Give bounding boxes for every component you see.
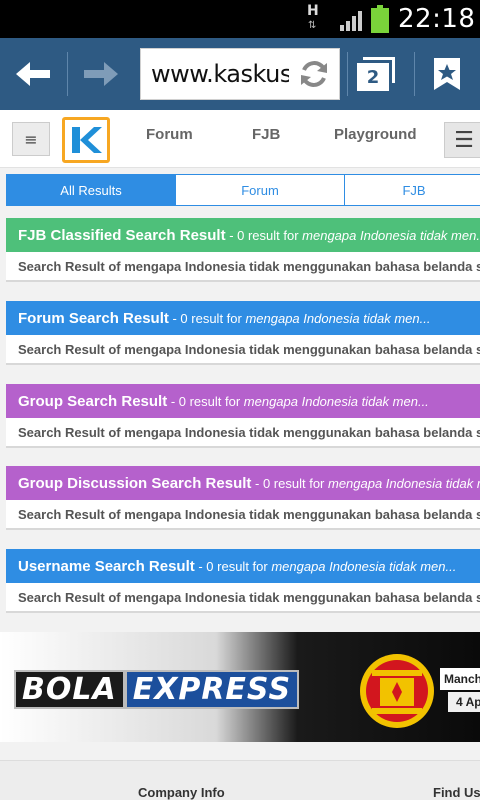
network-indicator: H (307, 3, 319, 19)
result-header[interactable]: Username Search Result - 0 result for me… (6, 549, 480, 583)
hamburger-icon[interactable]: ☰ (444, 122, 480, 158)
site-header: ≡ Forum FJB Playground ☰ (0, 110, 480, 168)
tab-fjb[interactable]: FJB (344, 174, 480, 206)
kaskus-logo[interactable] (62, 117, 110, 163)
footer: Company Info Find Us (0, 760, 480, 800)
tab-all-results[interactable]: All Results (6, 174, 176, 206)
result-query: mengapa Indonesia tidak men... (271, 558, 457, 574)
banner-date-label: 4 April (448, 692, 480, 712)
result-count: - 0 result for (225, 227, 303, 243)
result-count: - 0 result for (194, 558, 272, 574)
result-count: - 0 result for (168, 310, 246, 326)
result-header[interactable]: FJB Classified Search Result - 0 result … (6, 218, 480, 252)
status-bar: H ⇅ 22:18 (0, 0, 480, 38)
username-result: Username Search Result - 0 result for me… (6, 549, 480, 613)
forum-result: Forum Search Result - 0 result for menga… (6, 301, 480, 365)
tab-count: 2 (357, 63, 389, 91)
manchester-united-crest (360, 654, 434, 728)
bookmark-button[interactable] (424, 38, 470, 110)
result-query: mengapa Indonesia tidak men... (245, 310, 431, 326)
result-count: - 0 result for (251, 475, 328, 491)
result-title: FJB Classified Search Result (18, 226, 226, 244)
group-result: Group Search Result - 0 result for menga… (6, 384, 480, 448)
brand-bola: BOLA (14, 670, 125, 709)
data-arrows-icon: ⇅ (308, 20, 317, 31)
result-header[interactable]: Forum Search Result - 0 result for menga… (6, 301, 480, 335)
bookmark-icon (434, 58, 460, 90)
result-subtitle: Search Result of mengapa Indonesia tidak… (6, 418, 480, 448)
battery-icon (371, 5, 389, 33)
url-bar[interactable]: www.kaskus.co.id (140, 48, 340, 100)
banner-team-label: Manchester (440, 668, 480, 690)
result-header[interactable]: Group Discussion Search Result - 0 resul… (6, 466, 480, 500)
result-header[interactable]: Group Search Result - 0 result for menga… (6, 384, 480, 418)
fjb-classified-result: FJB Classified Search Result - 0 result … (6, 218, 480, 282)
result-subtitle: Search Result of mengapa Indonesia tidak… (6, 500, 480, 530)
result-title: Username Search Result (18, 557, 195, 575)
bola-express-logo: BOLA EXPRESS (14, 670, 300, 709)
forward-button[interactable] (78, 38, 124, 110)
browser-toolbar: www.kaskus.co.id 2 (0, 38, 480, 110)
footer-company-info[interactable]: Company Info (138, 785, 225, 800)
group-discussion-result: Group Discussion Search Result - 0 resul… (6, 466, 480, 530)
signal-icon (340, 11, 362, 31)
result-subtitle: Search Result of mengapa Indonesia tidak… (6, 335, 480, 365)
nav-fjb[interactable]: FJB (252, 126, 280, 143)
forward-arrow-icon (84, 62, 118, 86)
back-button[interactable] (8, 38, 58, 110)
nav-playground[interactable]: Playground (334, 126, 417, 143)
result-title: Group Discussion Search Result (18, 474, 252, 492)
result-subtitle: Search Result of mengapa Indonesia tidak… (6, 583, 480, 613)
result-subtitle: Search Result of mengapa Indonesia tidak… (6, 252, 480, 282)
tabs-icon: 2 (357, 57, 397, 91)
back-arrow-icon (16, 62, 50, 86)
result-tabs: All Results Forum FJB (6, 174, 480, 206)
result-title: Group Search Result (18, 392, 168, 410)
result-query: mengapa Indonesia tidak men... (302, 227, 480, 243)
menu-icon[interactable]: ≡ (12, 122, 50, 156)
url-text: www.kaskus.co.id (151, 60, 289, 88)
nav-forum[interactable]: Forum (146, 126, 193, 143)
tab-forum[interactable]: Forum (175, 174, 345, 206)
footer-find-us[interactable]: Find Us (433, 785, 480, 800)
result-title: Forum Search Result (18, 309, 169, 327)
tabs-button[interactable]: 2 (352, 38, 402, 110)
result-query: mengapa Indonesia tidak men... (243, 393, 429, 409)
clock: 22:18 (398, 4, 476, 34)
reload-icon[interactable] (297, 57, 331, 91)
result-query: mengapa Indonesia tidak men... (327, 475, 480, 491)
result-count: - 0 result for (167, 393, 244, 409)
brand-express: EXPRESS (124, 670, 300, 709)
kaskus-k-icon (72, 127, 102, 153)
